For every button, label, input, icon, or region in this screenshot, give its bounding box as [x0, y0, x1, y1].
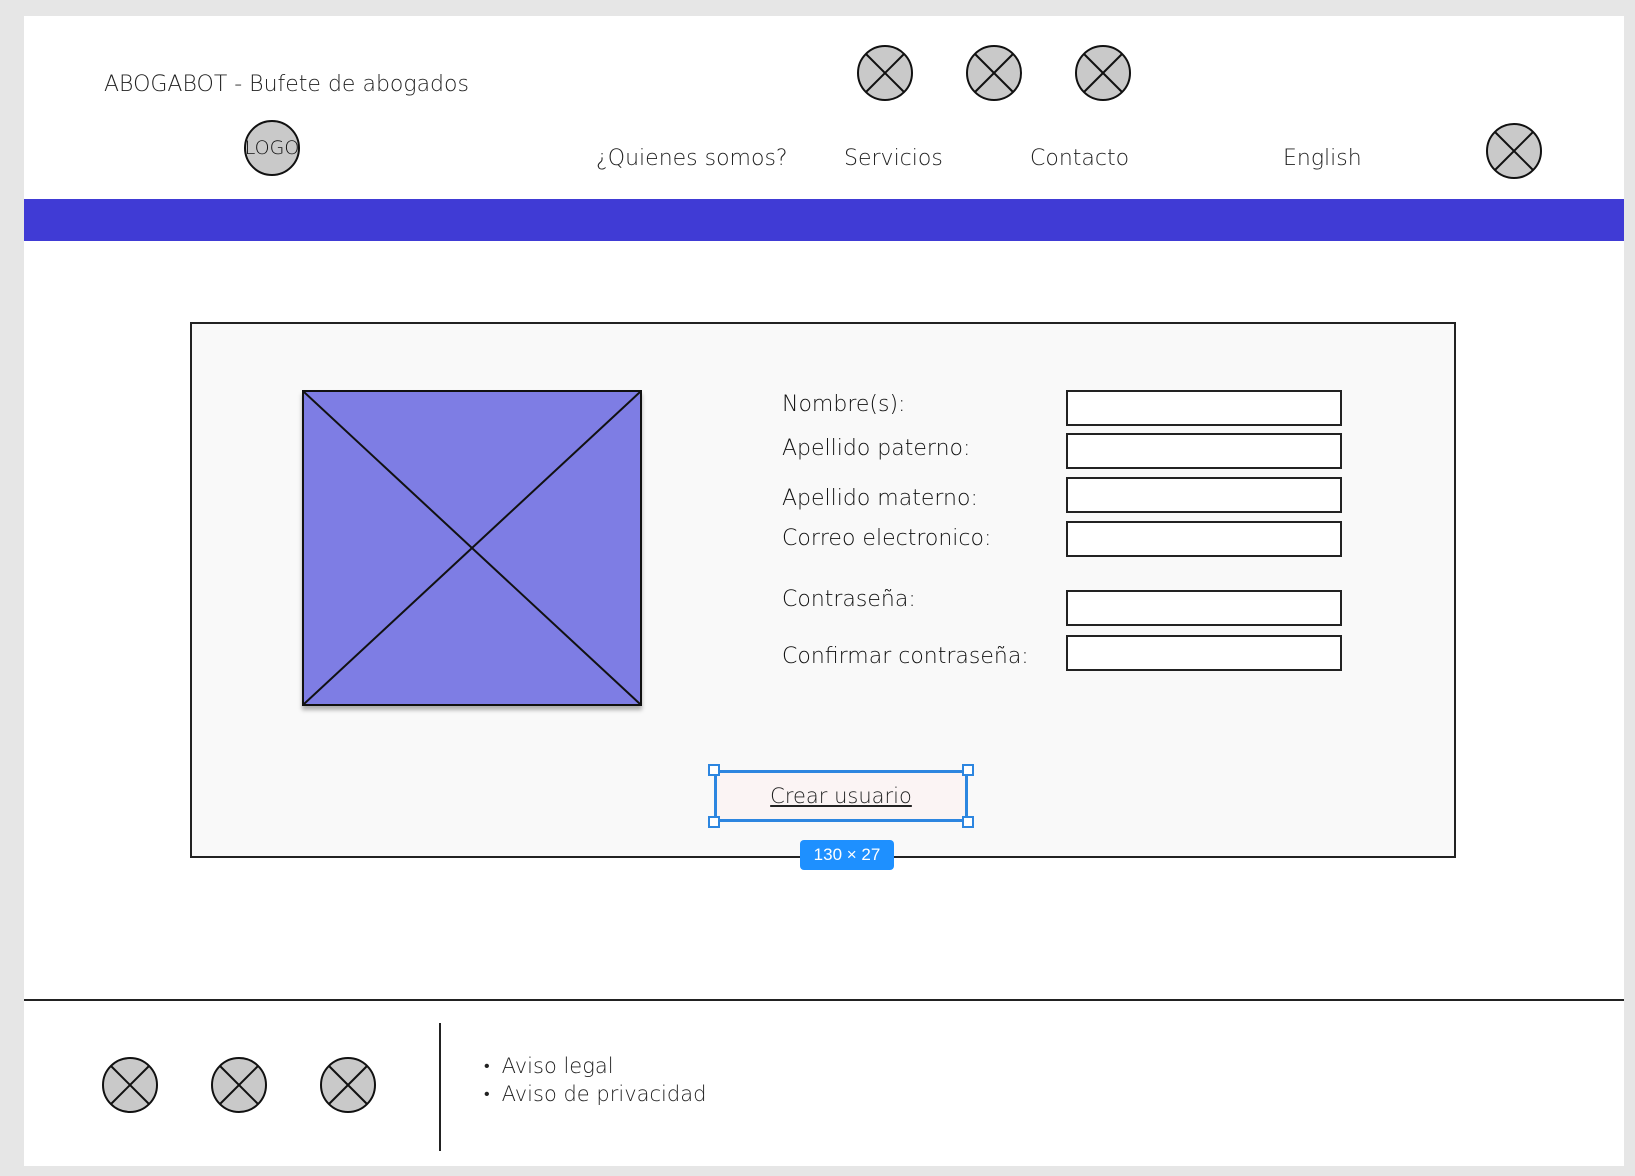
resize-handle-bottom-right[interactable] [962, 816, 974, 828]
contrasena-field[interactable] [1066, 590, 1342, 626]
register-form-panel: Nombre(s): Apellido paterno: Apellido ma… [190, 322, 1456, 870]
placeholder-icon[interactable] [101, 1056, 159, 1114]
resize-handle-top-right[interactable] [962, 764, 974, 776]
placeholder-icon[interactable] [1485, 122, 1543, 180]
nav-quienes-somos[interactable]: ¿Quienes somos? [596, 146, 788, 171]
footer-links: Aviso legal Aviso de privacidad [484, 1052, 707, 1108]
header-band [24, 199, 1624, 241]
label-correo: Correo electronico: [782, 526, 992, 551]
label-contrasena: Contraseña: [782, 587, 916, 612]
nombre-field[interactable] [1066, 390, 1342, 426]
nav-servicios[interactable]: Servicios [844, 146, 943, 171]
aviso-legal-link[interactable]: Aviso legal [484, 1052, 706, 1080]
resize-handle-top-left[interactable] [708, 764, 720, 776]
label-nombre: Nombre(s): [782, 392, 906, 417]
aviso-privacidad-link[interactable]: Aviso de privacidad [484, 1080, 707, 1108]
label-apellido-paterno: Apellido paterno: [782, 436, 971, 461]
confirmar-contrasena-field[interactable] [1066, 635, 1342, 671]
placeholder-icon[interactable] [210, 1056, 268, 1114]
selection-size-badge: 130 × 27 [800, 840, 894, 870]
apellido-paterno-field[interactable] [1066, 433, 1342, 469]
footer-vertical-divider [439, 1023, 441, 1151]
crear-usuario-button[interactable]: Crear usuario [714, 770, 968, 822]
wireframe-canvas: ABOGABOT - Bufete de abogados LOGO ¿Quie… [24, 16, 1624, 1166]
footer-divider-line [24, 999, 1624, 1001]
placeholder-icon[interactable] [965, 44, 1023, 102]
apellido-materno-field[interactable] [1066, 477, 1342, 513]
nav-english[interactable]: English [1283, 146, 1362, 171]
label-apellido-materno: Apellido materno: [782, 486, 978, 511]
logo[interactable]: LOGO [244, 120, 300, 176]
image-placeholder-icon [302, 390, 642, 706]
nav-contacto[interactable]: Contacto [1030, 146, 1129, 171]
placeholder-icon[interactable] [856, 44, 914, 102]
correo-field[interactable] [1066, 521, 1342, 557]
placeholder-icon[interactable] [319, 1056, 377, 1114]
brand-title: ABOGABOT - Bufete de abogados [104, 72, 469, 97]
placeholder-icon[interactable] [1074, 44, 1132, 102]
resize-handle-bottom-left[interactable] [708, 816, 720, 828]
label-confirmar-contrasena: Confirmar contraseña: [782, 644, 1029, 669]
